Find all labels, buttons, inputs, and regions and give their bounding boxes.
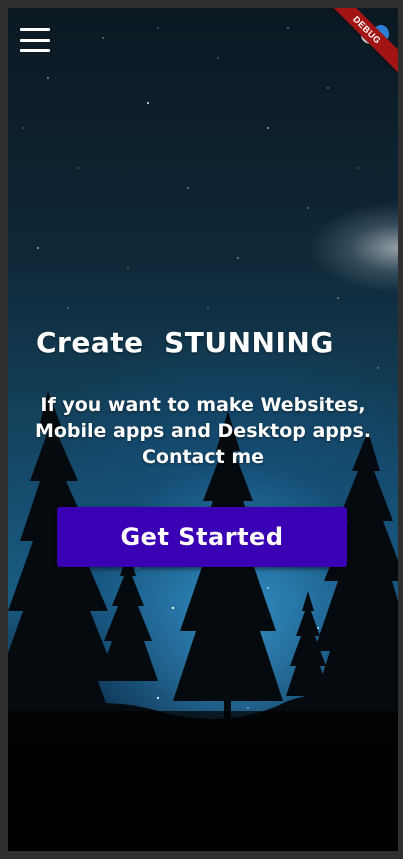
menu-line [20,49,50,52]
hero-headline: Create STUNNING [36,326,334,359]
hero-subtitle: If you want to make Websites, Mobile app… [20,392,386,470]
device-frame: DEBUG Create STUNNING If you want to mak… [0,0,403,859]
hamburger-menu-icon[interactable] [20,28,50,52]
app-screen: DEBUG Create STUNNING If you want to mak… [8,8,398,851]
menu-line [20,38,50,42]
menu-line [20,28,50,31]
subtitle-line: Contact me [141,446,265,468]
get-started-button[interactable]: Get Started [57,507,347,567]
subtitle-line: If you want to make Websites, [40,394,366,416]
ground-shadow [8,711,398,851]
subtitle-line: Mobile apps and Desktop apps. [34,420,372,442]
